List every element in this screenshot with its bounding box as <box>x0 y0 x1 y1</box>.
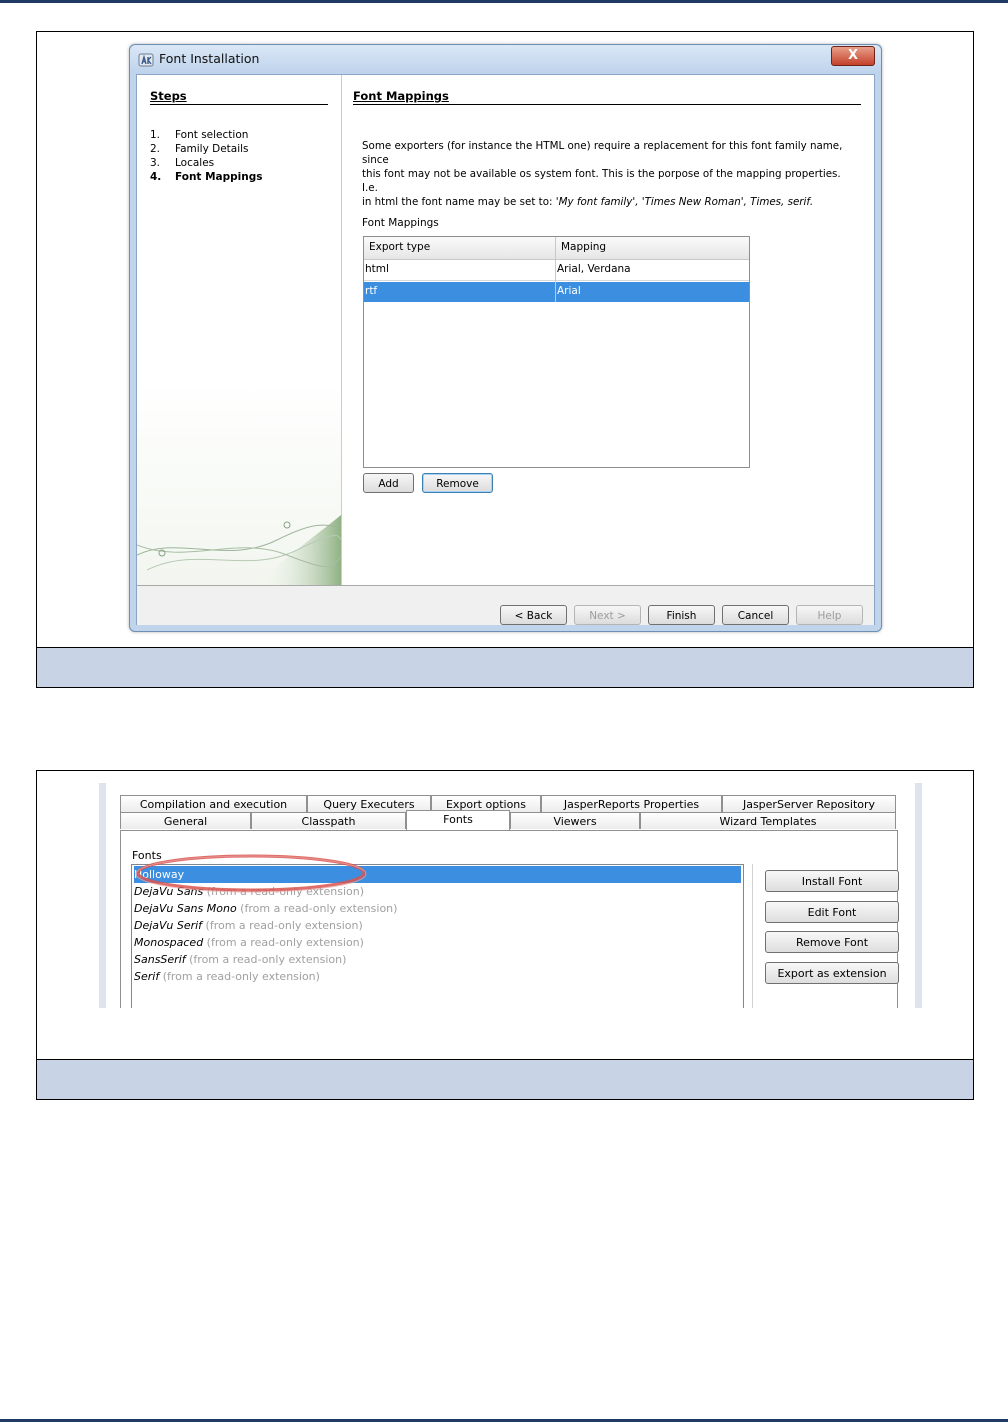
remove-mapping-button[interactable]: Remove <box>422 473 493 493</box>
font-source-note: (from a read-only extension) <box>236 902 398 915</box>
step-font-selection: 1. Font selection <box>150 129 248 141</box>
font-name: DejaVu Serif <box>134 919 203 932</box>
step-label: Locales <box>175 157 215 169</box>
page-top-rule <box>0 0 1008 3</box>
step-family-details: 2. Family Details <box>150 143 249 155</box>
list-item[interactable]: Serif (from a read-only extension) <box>134 968 741 985</box>
tab-viewers[interactable]: Viewers <box>510 812 640 829</box>
step-label: Family Details <box>175 143 249 155</box>
mappings-description: Some exporters (for instance the HTML on… <box>362 139 852 209</box>
tab-classpath[interactable]: Classpath <box>251 812 406 829</box>
step-number: 3. <box>150 157 161 169</box>
dialog-title-bar[interactable]: Font Installation X <box>130 45 881 73</box>
font-source-note: (from a read-only extension) <box>202 919 363 932</box>
preferences-panel: Compilation and execution Query Executer… <box>99 783 922 1008</box>
buttons-divider <box>752 864 753 1008</box>
install-font-button[interactable]: Install Font <box>765 870 899 892</box>
description-line: this font may not be available os system… <box>362 168 841 194</box>
table-header: Export type Mapping <box>364 237 749 260</box>
font-name: SansSerif <box>134 953 186 966</box>
font-name: Serif <box>134 970 160 983</box>
table-row-selected[interactable]: rtf Arial <box>364 282 749 302</box>
tab-jasperserver-repository[interactable]: JasperServer Repository <box>722 795 896 812</box>
step-font-mappings: 4. Font Mappings <box>150 171 263 183</box>
steps-pane: Steps 1. Font selection 2. Family Details … <box>137 75 342 585</box>
dialog-title: Font Installation <box>159 51 260 66</box>
step-number: 2. <box>150 143 161 155</box>
step-number: 4. <box>150 171 162 183</box>
font-installation-dialog: Font Installation X Steps 1. Font selecti… <box>129 44 882 632</box>
font-name: Monospaced <box>134 936 204 949</box>
cell-mapping: Arial <box>557 285 581 297</box>
cell-export-type: html <box>365 263 389 275</box>
wizard-decoration-graphic <box>137 515 341 585</box>
help-button[interactable]: Help <box>796 605 863 625</box>
edit-font-button[interactable]: Edit Font <box>765 901 899 923</box>
content-divider <box>353 104 861 105</box>
font-source-note: (from a read-only extension) <box>185 953 347 966</box>
cell-export-type: rtf <box>365 285 378 297</box>
export-as-extension-button[interactable]: Export as extension <box>765 962 899 984</box>
figure-1-frame: Font Installation X Steps 1. Font selecti… <box>36 31 974 688</box>
column-header-export-type[interactable]: Export type <box>369 241 430 253</box>
tab-compilation-and-execution[interactable]: Compilation and execution <box>120 795 307 812</box>
tab-jasperreports-properties[interactable]: JasperReports Properties <box>541 795 722 812</box>
next-button[interactable]: Next > <box>574 605 641 625</box>
figure-2-caption-bar <box>37 1059 973 1099</box>
tab-wizard-templates[interactable]: Wizard Templates <box>640 812 896 829</box>
figure-2-frame: Compilation and execution Query Executer… <box>36 770 974 1100</box>
back-button[interactable]: < Back <box>500 605 567 625</box>
content-heading: Font Mappings <box>353 89 449 103</box>
finish-button[interactable]: Finish <box>648 605 715 625</box>
font-mappings-table[interactable]: Export type Mapping html Arial, Verdana … <box>363 236 750 468</box>
wizard-footer: < Back Next > Finish Cancel Help <box>137 585 874 625</box>
description-prefix: in html the font name may be set to: <box>362 196 556 208</box>
list-item[interactable]: Monospaced (from a read-only extension) <box>134 934 741 951</box>
add-mapping-button[interactable]: Add <box>363 473 414 493</box>
list-item[interactable]: DejaVu Sans Mono (from a read-only exten… <box>134 900 741 917</box>
font-source-note: (from a read-only extension) <box>159 970 320 983</box>
step-label: Font selection <box>175 129 249 141</box>
steps-divider <box>150 104 328 105</box>
step-number: 1. <box>150 129 161 141</box>
remove-font-button[interactable]: Remove Font <box>765 931 899 953</box>
tab-fonts[interactable]: Fonts <box>406 810 510 830</box>
figure-1-caption-bar <box>37 647 973 687</box>
font-name: DejaVu Sans Mono <box>134 902 237 915</box>
column-separator <box>555 237 556 302</box>
step-locales: 3. Locales <box>150 157 214 169</box>
close-icon[interactable]: X <box>831 46 875 66</box>
content-pane: Font Mappings Some exporters (for instan… <box>342 75 874 585</box>
description-line: in html the font name may be set to: 'My… <box>362 195 852 209</box>
wizard-app-icon <box>138 53 154 67</box>
step-label: Font Mappings <box>175 171 263 183</box>
steps-heading: Steps <box>150 89 187 103</box>
dialog-body: Steps 1. Font selection 2. Family Details … <box>136 74 875 625</box>
tab-general[interactable]: General <box>120 812 251 829</box>
description-line: Some exporters (for instance the HTML on… <box>362 140 843 166</box>
table-row[interactable]: html Arial, Verdana <box>364 260 749 281</box>
list-item[interactable]: SansSerif (from a read-only extension) <box>134 951 741 968</box>
description-example: 'My font family', 'Times New Roman', Tim… <box>555 196 814 208</box>
font-mappings-label: Font Mappings <box>362 217 439 229</box>
font-source-note: (from a read-only extension) <box>203 936 364 949</box>
highlight-ellipse <box>135 854 367 893</box>
column-header-mapping[interactable]: Mapping <box>561 241 606 253</box>
list-item[interactable]: DejaVu Serif (from a read-only extension… <box>134 917 741 934</box>
cell-mapping: Arial, Verdana <box>557 263 631 275</box>
cancel-button[interactable]: Cancel <box>722 605 789 625</box>
